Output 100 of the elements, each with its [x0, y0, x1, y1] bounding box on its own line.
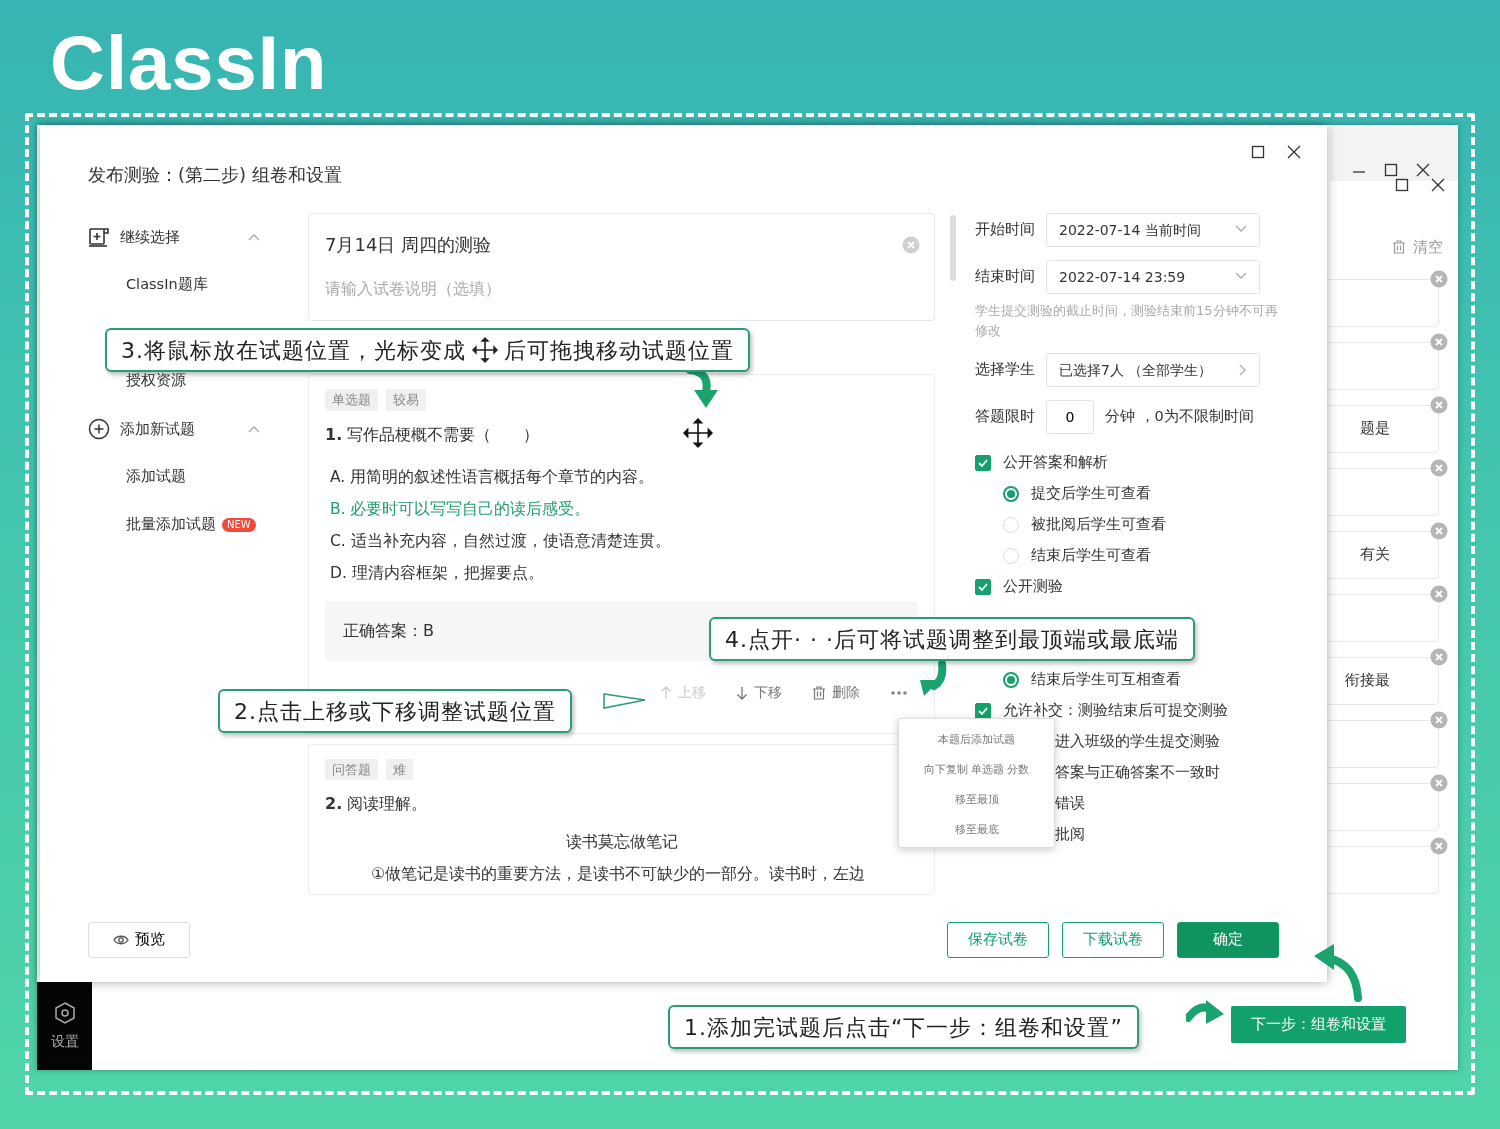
settings-label: 设置	[50, 1031, 79, 1051]
remove-icon[interactable]	[1430, 710, 1448, 729]
close-icon[interactable]	[1431, 178, 1445, 192]
callout: 4.点开· · ·后可将试题调整到最顶端或最底端	[709, 617, 1195, 661]
question-stem: 2. 阅读理解。	[325, 793, 428, 815]
minutes-field[interactable]: 0	[1046, 400, 1094, 434]
maximize-icon[interactable]	[1395, 178, 1409, 192]
answer-option: A. 用简明的叙述性语言概括每个章节的内容。	[330, 460, 918, 493]
option-label: 进入班级的学生提交测验	[1055, 731, 1220, 751]
question-tag: 单选题	[325, 389, 378, 411]
answer-option: D. 理清内容框架，把握要点。	[330, 556, 918, 589]
add-document-icon	[88, 226, 110, 248]
callout-text: 后可拖拽移动试题位置	[504, 336, 734, 365]
move-down-button[interactable]: 下移	[736, 682, 782, 703]
maximize-icon[interactable]	[1384, 163, 1398, 177]
paper-info-field[interactable]: 7月14日 周四的测验 请输入试卷说明（选填）	[308, 213, 935, 321]
nav-group[interactable]: 继续选择	[88, 213, 308, 261]
option-label: 提交后学生可查看	[1031, 483, 1151, 503]
option-label: 结束后学生可互相查看	[1031, 669, 1181, 689]
trash-icon	[812, 684, 826, 701]
nav-group[interactable]: 添加新试题	[88, 405, 308, 453]
nav-item[interactable]: ClassIn题库	[126, 274, 208, 296]
option-label: 批阅	[1055, 824, 1085, 844]
confirm-button[interactable]: 确定	[1177, 922, 1279, 958]
option-label: 允许补交：测验结束后可提交测验	[1003, 700, 1228, 720]
up-arrow-icon	[660, 684, 672, 701]
remove-icon[interactable]	[1430, 584, 1448, 603]
settings-icon[interactable]	[52, 1000, 77, 1025]
collapse-icon[interactable]	[248, 424, 260, 434]
preview-button[interactable]: 预览	[88, 922, 190, 958]
card-text: 衔接最	[1345, 670, 1390, 692]
trash-icon	[1391, 239, 1407, 256]
maximize-icon[interactable]	[1251, 145, 1265, 159]
nav-group-label: 添加新试题	[120, 418, 196, 440]
remove-icon[interactable]	[1430, 836, 1448, 855]
remove-icon[interactable]	[1430, 269, 1448, 288]
logo: ClassIn	[50, 19, 328, 107]
footer-button[interactable]: 保存试卷	[947, 922, 1049, 958]
clear-icon[interactable]	[902, 236, 920, 254]
answer-option: B. 必要时可以写写自己的读后感受。	[330, 492, 918, 525]
radio-button[interactable]	[1003, 671, 1019, 688]
question-tag: 难	[386, 758, 413, 780]
hint-text: 学生提交测验的截止时间，测验结束前15分钟不可再修改	[975, 302, 1279, 340]
remove-icon[interactable]	[1430, 773, 1448, 792]
nav-group-label: 继续选择	[120, 226, 181, 248]
plus-circle-icon	[88, 418, 110, 440]
move-cursor-icon	[683, 418, 713, 448]
nav-item[interactable]: 授权资源	[126, 370, 186, 392]
date-picker[interactable]: 2022-07-14 23:59	[1046, 260, 1260, 294]
nav-item[interactable]: 添加试题	[126, 466, 186, 488]
student-picker[interactable]: 已选择7人 （全部学生）	[1046, 353, 1260, 387]
question-stem: 1. 写作品梗概不需要（ ）	[325, 423, 540, 446]
collapse-icon[interactable]	[248, 232, 260, 242]
more-icon[interactable]	[890, 689, 908, 696]
remove-icon[interactable]	[1430, 395, 1448, 414]
field-label: 选择学生	[975, 360, 1035, 380]
field-label: 答题限时	[975, 407, 1035, 427]
option-label: 结束后学生可查看	[1031, 545, 1151, 565]
card-text: 有关	[1360, 544, 1390, 566]
close-icon[interactable]	[1416, 163, 1430, 177]
remove-icon[interactable]	[1430, 647, 1448, 666]
checkbox[interactable]	[975, 578, 991, 595]
new-tag: NEW	[222, 518, 256, 532]
callout-text: 3.将鼠标放在试题位置，光标变成	[121, 336, 466, 365]
field-label: 结束时间	[975, 267, 1035, 287]
answer-option: C. 适当补充内容，自然过渡，使语意清楚连贯。	[330, 524, 918, 557]
option-label: 错误	[1055, 793, 1085, 813]
option-label: 被批阅后学生可查看	[1031, 514, 1166, 534]
field-label: 开始时间	[975, 220, 1035, 240]
remove-icon[interactable]	[1430, 458, 1448, 477]
checkbox[interactable]	[975, 454, 991, 471]
card-text: 题是	[1360, 418, 1390, 440]
clear-label: 清空	[1413, 237, 1443, 258]
question-tag: 问答题	[325, 758, 378, 780]
down-arrow-icon	[736, 684, 748, 701]
option-label: 公开测验	[1003, 576, 1063, 596]
nav-item[interactable]: 批量添加试题	[126, 514, 216, 536]
dialog-title: 发布测验：(第二步) 组卷和设置	[88, 163, 343, 187]
passage-text: ①做笔记是读书的重要方法，是读书不可缺少的一部分。读书时，左边	[370, 863, 867, 885]
date-picker[interactable]: 2022-07-14 当前时间	[1046, 213, 1260, 247]
option-label: 公开答案和解析	[1003, 452, 1108, 472]
scrollbar[interactable]	[950, 215, 956, 281]
option-label: 答案与正确答案不一致时	[1055, 762, 1220, 782]
description-field[interactable]: 请输入试卷说明（选填）	[323, 266, 883, 310]
callout-pointer	[603, 690, 647, 712]
checkbox[interactable]	[975, 702, 991, 719]
footer-button[interactable]: 下载试卷	[1062, 922, 1164, 958]
callout: 2.点击上移或下移调整试题位置	[218, 689, 572, 733]
question-tag: 较易	[386, 389, 426, 411]
remove-icon[interactable]	[1430, 521, 1448, 540]
eye-icon	[113, 933, 129, 947]
move-cursor-icon	[472, 337, 498, 363]
callout: 1.添加完试题后点击“下一步：组卷和设置”	[668, 1005, 1139, 1049]
unit-text: 分钟 ，0为不限制时间	[1105, 407, 1254, 427]
title-field[interactable]: 7月14日 周四的测验	[323, 224, 883, 266]
remove-icon[interactable]	[1430, 332, 1448, 351]
radio-button[interactable]	[1003, 485, 1019, 502]
passage-title: 读书莫忘做笔记	[564, 831, 679, 853]
close-icon[interactable]	[1287, 145, 1301, 159]
delete-button[interactable]: 删除	[812, 682, 860, 703]
